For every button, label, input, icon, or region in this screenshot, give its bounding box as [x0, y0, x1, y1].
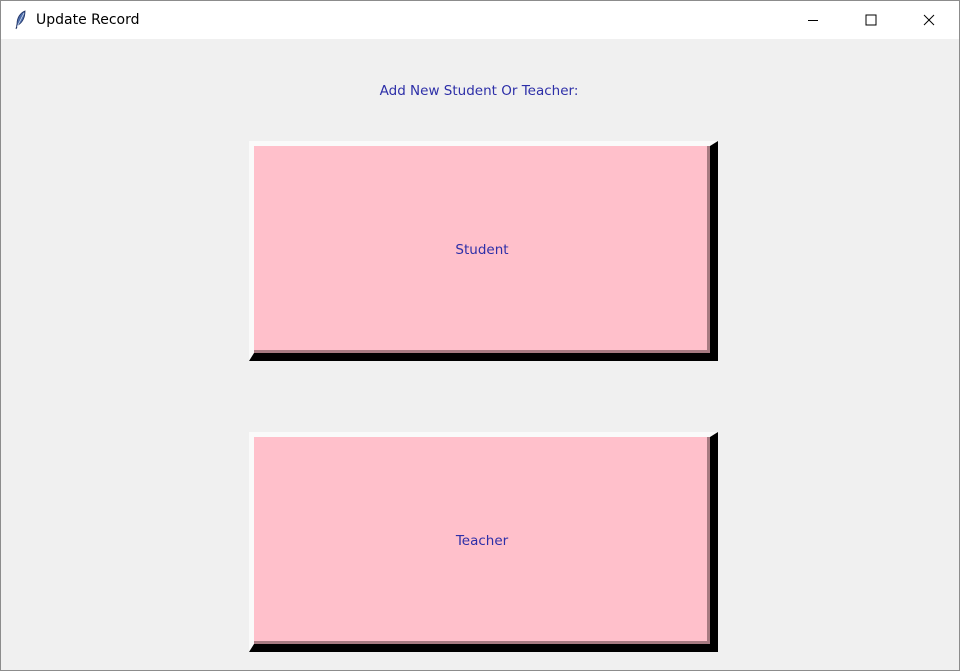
feather-icon — [13, 10, 29, 30]
minimize-icon — [807, 11, 819, 30]
close-icon — [923, 11, 935, 30]
title-bar[interactable]: Update Record — [1, 1, 959, 39]
maximize-button[interactable] — [842, 1, 900, 39]
teacher-button[interactable]: Teacher — [249, 432, 718, 652]
main-content: Add New Student Or Teacher: Student Teac… — [1, 39, 959, 670]
minimize-button[interactable] — [784, 1, 842, 39]
teacher-button-label: Teacher — [455, 532, 509, 549]
app-window: Update Record Add New Student Or Teacher… — [0, 0, 960, 671]
student-button-label: Student — [455, 241, 509, 258]
maximize-icon — [865, 11, 877, 30]
page-heading: Add New Student Or Teacher: — [379, 83, 579, 99]
window-title: Update Record — [36, 12, 140, 28]
student-button[interactable]: Student — [249, 141, 718, 361]
close-button[interactable] — [900, 1, 958, 39]
